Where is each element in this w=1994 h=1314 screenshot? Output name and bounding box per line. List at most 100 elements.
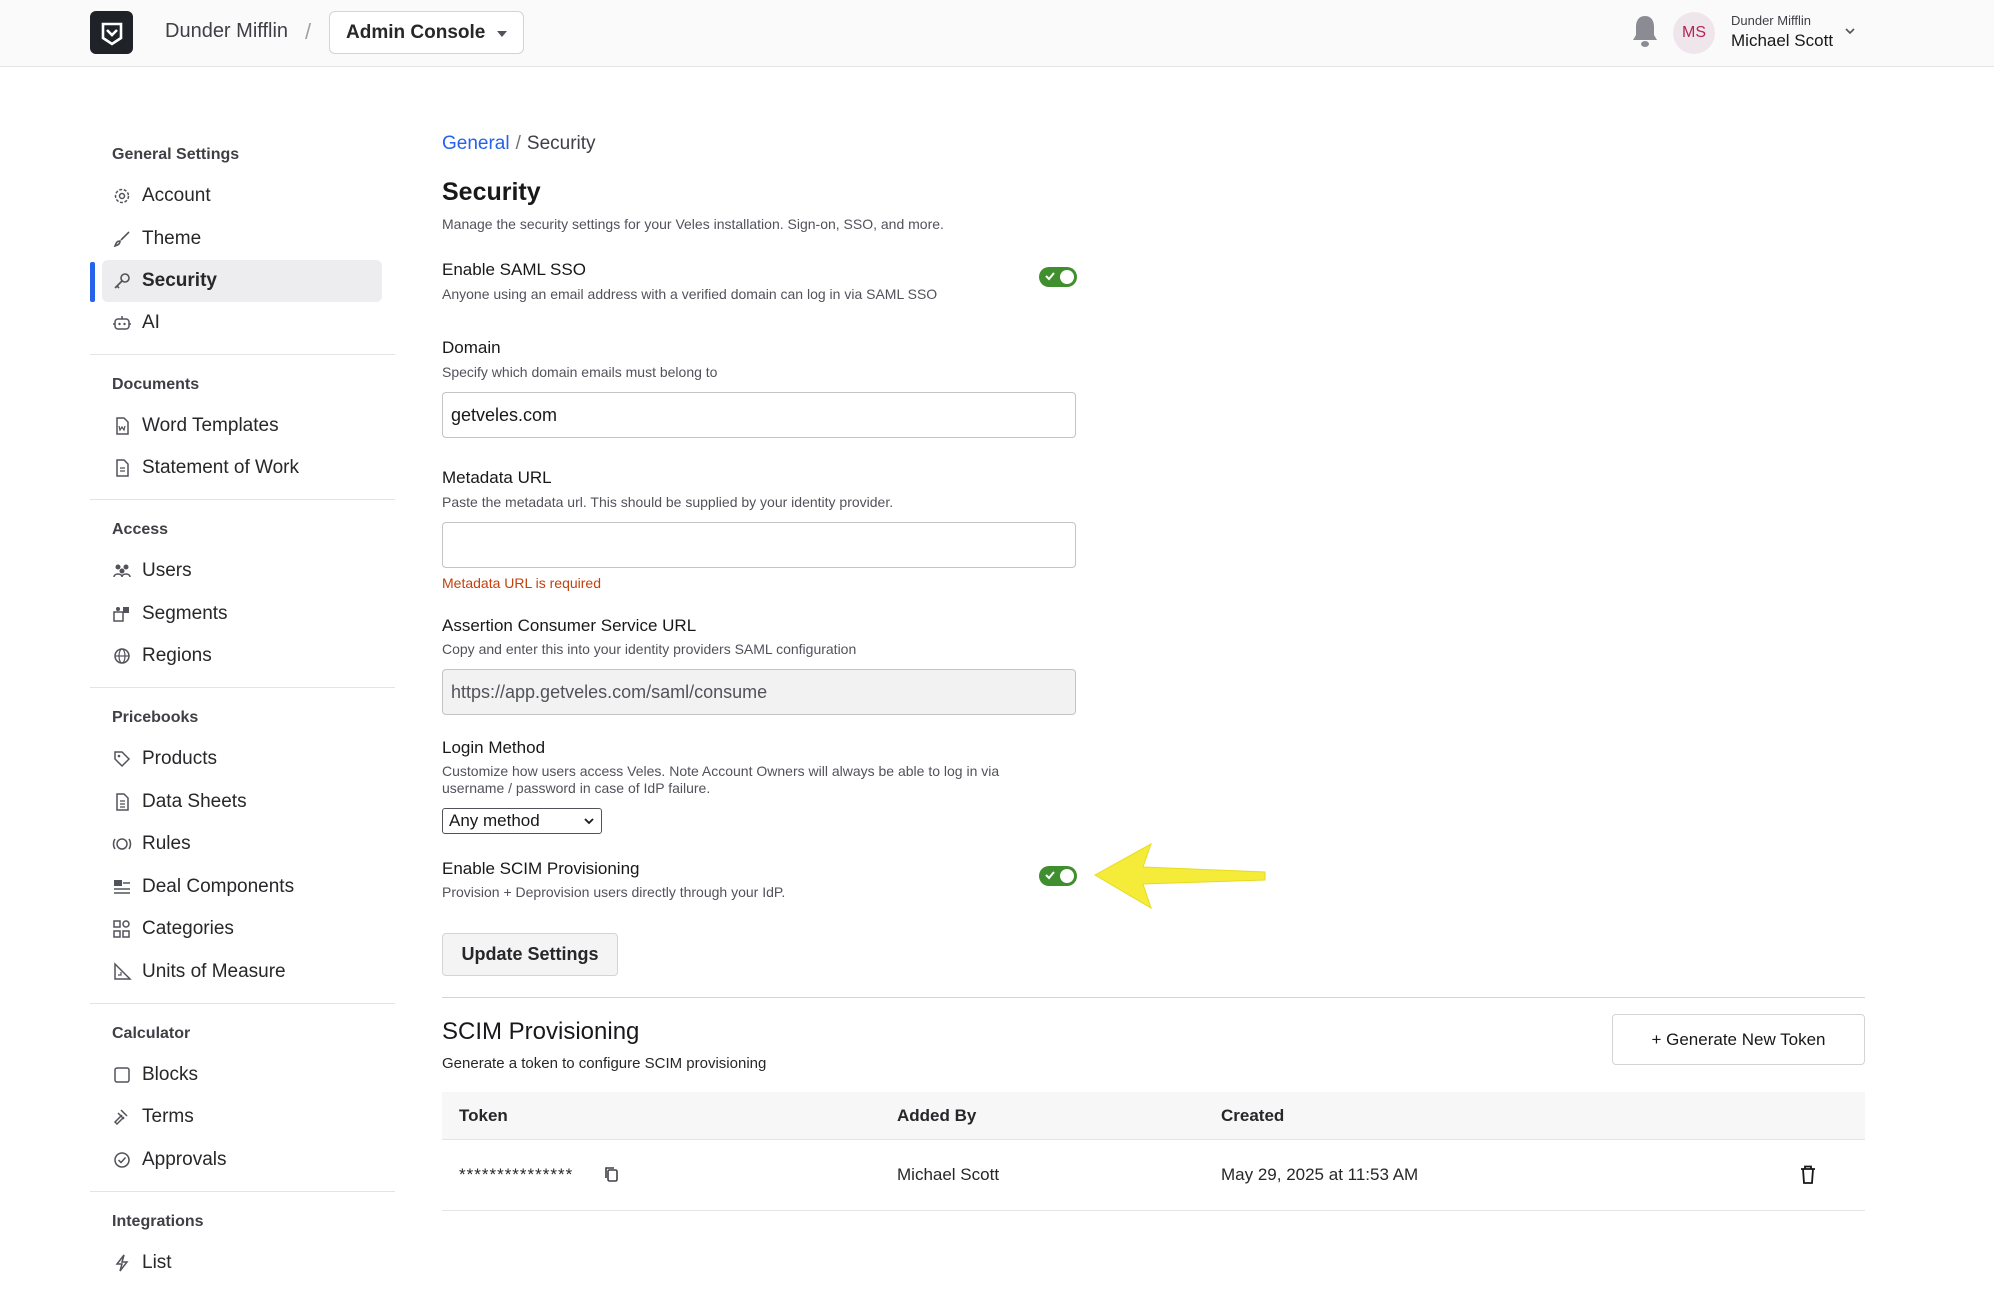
- login-method-description-2: username / password in case of IdP failu…: [442, 780, 711, 796]
- sidebar-divider: [90, 1003, 395, 1004]
- metadata-url-error: Metadata URL is required: [442, 575, 602, 591]
- sidebar-item-deal-components[interactable]: Deal Components: [102, 866, 382, 908]
- chevron-down-icon: [584, 818, 594, 825]
- trash-icon[interactable]: [1799, 1164, 1817, 1186]
- sidebar-item-terms[interactable]: Terms: [102, 1096, 382, 1138]
- sidebar-item-label: Data Sheets: [142, 791, 247, 812]
- sidebar-item-label: Security: [142, 270, 217, 291]
- sidebar-item-label: Segments: [142, 603, 228, 624]
- column-header-added-by: Added By: [897, 1106, 977, 1125]
- sidebar-section-pricebooks: Pricebooks: [112, 709, 199, 726]
- key-icon: [112, 271, 132, 291]
- breadcrumb-separator: /: [515, 133, 521, 154]
- globe-icon: [112, 646, 132, 666]
- update-settings-button[interactable]: Update Settings: [442, 933, 618, 976]
- user-name[interactable]: Michael Scott: [1731, 31, 1833, 51]
- sidebar-divider: [90, 1191, 395, 1192]
- bolt-icon: [112, 1253, 132, 1273]
- categories-icon: [112, 919, 132, 939]
- metadata-url-input[interactable]: [442, 522, 1076, 568]
- top-bar: Dunder Mifflin / Admin Console MS Dunder…: [0, 0, 1994, 67]
- sidebar-item-security[interactable]: Security: [102, 260, 382, 302]
- login-method-description: Customize how users access Veles. Note A…: [442, 763, 1000, 779]
- word-doc-icon: [112, 416, 132, 436]
- sidebar-item-label: Terms: [142, 1106, 194, 1127]
- sidebar-item-segments[interactable]: Segments: [102, 593, 382, 635]
- app-logo[interactable]: [90, 11, 133, 54]
- ruler-icon: [112, 962, 132, 982]
- sidebar-item-label: Deal Components: [142, 876, 295, 897]
- sidebar-section-access: Access: [112, 521, 169, 538]
- console-switcher[interactable]: Admin Console: [329, 11, 524, 54]
- sidebar-item-label: Approvals: [142, 1149, 227, 1170]
- acs-url-input[interactable]: https://app.getveles.com/saml/consume: [442, 669, 1076, 715]
- metadata-url-description: Paste the metadata url. This should be s…: [442, 494, 894, 510]
- login-method-label: Login Method: [442, 738, 546, 757]
- login-method-selected: Any method: [449, 811, 540, 830]
- sidebar-divider: [90, 687, 395, 688]
- scim-section-title: SCIM Provisioning: [442, 1018, 640, 1045]
- sidebar-item-label: Products: [142, 748, 217, 769]
- sidebar-item-blocks[interactable]: Blocks: [102, 1054, 382, 1096]
- sidebar-item-label: Theme: [142, 228, 202, 249]
- users-icon: [112, 561, 132, 581]
- check-circle-icon: [112, 1150, 132, 1170]
- active-indicator: [90, 262, 95, 302]
- sidebar-item-theme[interactable]: Theme: [102, 218, 382, 260]
- scim-toggle-label: Enable SCIM Provisioning: [442, 859, 640, 878]
- scim-provisioning-toggle[interactable]: [1039, 866, 1077, 886]
- page-description: Manage the security settings for your Ve…: [442, 216, 944, 232]
- sidebar-item-ai[interactable]: AI: [102, 302, 382, 344]
- sidebar-item-units-of-measure[interactable]: Units of Measure: [102, 951, 382, 993]
- sidebar-item-list[interactable]: List: [102, 1242, 382, 1284]
- chevron-down-icon[interactable]: [1843, 24, 1857, 38]
- components-icon: [112, 877, 132, 897]
- saml-sso-toggle[interactable]: [1039, 267, 1077, 287]
- header-separator: /: [305, 19, 312, 44]
- sidebar-item-data-sheets[interactable]: Data Sheets: [102, 781, 382, 823]
- sidebar-item-account[interactable]: Account: [102, 175, 382, 217]
- domain-input[interactable]: getveles.com: [442, 392, 1076, 438]
- sidebar-item-categories[interactable]: Categories: [102, 908, 382, 950]
- bell-icon[interactable]: [1629, 12, 1661, 50]
- breadcrumb-current: Security: [526, 133, 596, 154]
- document-icon: [112, 458, 132, 478]
- sidebar-item-approvals[interactable]: Approvals: [102, 1139, 382, 1181]
- sidebar-item-label: Units of Measure: [142, 961, 286, 982]
- tokens-table-header: Token Added By Created: [442, 1092, 1865, 1140]
- column-header-created: Created: [1221, 1106, 1285, 1125]
- table-row: *************** Michael Scott May 29, 20…: [442, 1141, 1865, 1211]
- login-method-select[interactable]: Any method: [442, 808, 602, 834]
- token-added-by: Michael Scott: [897, 1165, 1000, 1184]
- segments-icon: [112, 604, 132, 624]
- sidebar-item-label: Word Templates: [142, 415, 279, 436]
- check-icon: [1045, 871, 1055, 880]
- sidebar-item-statement-of-work[interactable]: Statement of Work: [102, 447, 382, 489]
- sidebar-item-label: Statement of Work: [142, 457, 299, 478]
- avatar[interactable]: MS: [1673, 12, 1715, 54]
- section-divider: [442, 997, 1865, 998]
- brush-icon: [112, 229, 132, 249]
- column-header-token: Token: [459, 1106, 508, 1125]
- sidebar-item-products[interactable]: Products: [102, 738, 382, 780]
- toggle-knob: [1060, 869, 1074, 883]
- scim-section-description: Generate a token to configure SCIM provi…: [442, 1055, 767, 1072]
- robot-icon: [112, 313, 132, 333]
- sidebar-section-calculator: Calculator: [112, 1025, 191, 1042]
- sidebar-section-integrations: Integrations: [112, 1213, 204, 1230]
- square-icon: [112, 1065, 132, 1085]
- metadata-url-label: Metadata URL: [442, 468, 552, 487]
- sidebar-divider: [90, 499, 395, 500]
- logo-icon: [101, 22, 122, 46]
- generate-token-button[interactable]: + Generate New Token: [1612, 1014, 1865, 1065]
- sidebar-item-rules[interactable]: Rules: [102, 823, 382, 865]
- sidebar-item-users[interactable]: Users: [102, 550, 382, 592]
- copy-icon[interactable]: [603, 1165, 621, 1185]
- acs-url-label: Assertion Consumer Service URL: [442, 616, 697, 635]
- sidebar-item-regions[interactable]: Regions: [102, 635, 382, 677]
- acs-url-description: Copy and enter this into your identity p…: [442, 641, 857, 657]
- sidebar-section-documents: Documents: [112, 376, 200, 393]
- domain-label: Domain: [442, 338, 501, 357]
- sidebar-item-word-templates[interactable]: Word Templates: [102, 405, 382, 447]
- breadcrumb-general-link[interactable]: General: [442, 133, 510, 154]
